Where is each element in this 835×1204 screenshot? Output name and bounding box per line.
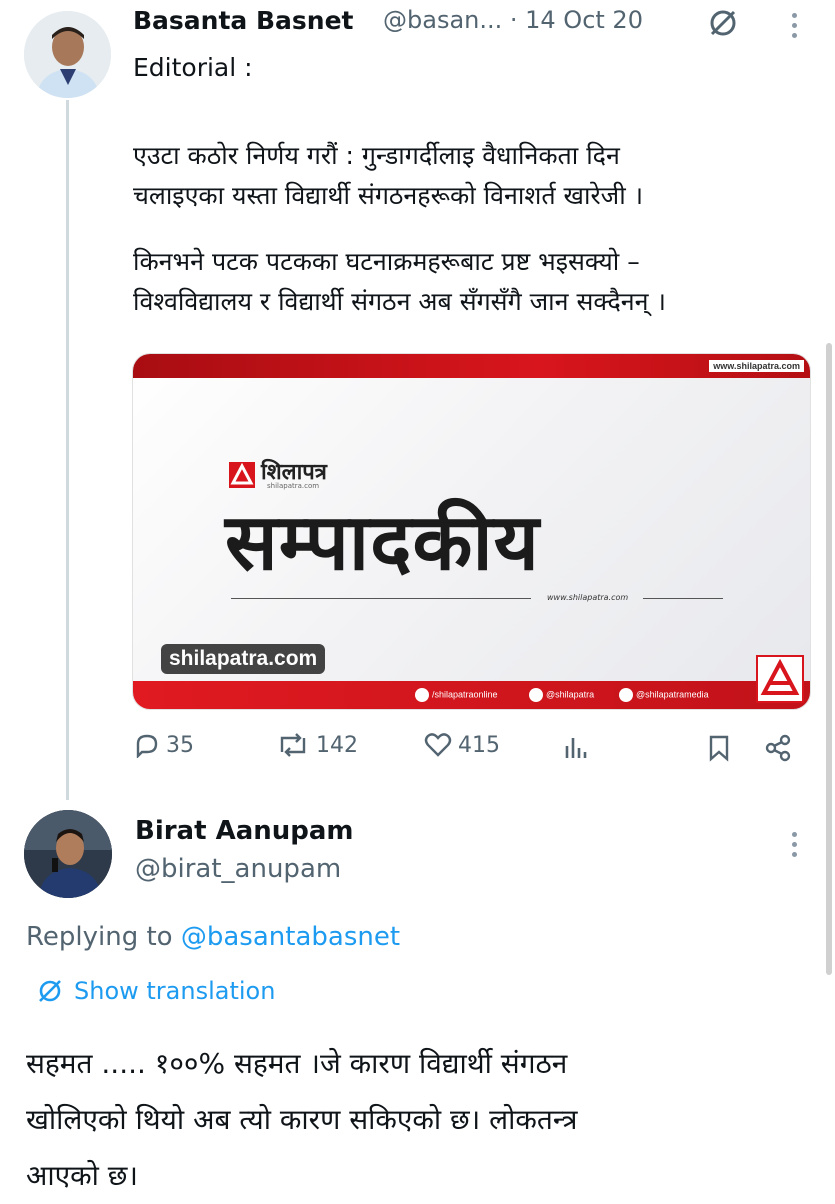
- more-icon[interactable]: [792, 13, 798, 43]
- tweet-line: चलाइएका यस्ता विद्यार्थी संगठनहरूको विना…: [133, 181, 644, 210]
- reply-icon: [136, 734, 158, 758]
- views-icon: [565, 738, 587, 758]
- card-social-facebook: /shilapatraonline: [415, 688, 498, 702]
- tweet-line: एउटा कठोर निर्णय गरौं : गुन्डागर्दीलाइ व…: [133, 141, 620, 170]
- reply-author-name[interactable]: Birat Aanupam: [135, 816, 354, 846]
- replying-prefix: Replying to: [26, 922, 181, 952]
- reply-avatar[interactable]: [24, 810, 112, 898]
- tweet-body: Editorial : एउटा कठोर निर्णय गरौं : गुन्…: [133, 48, 813, 322]
- card-source-badge: shilapatra.com: [161, 644, 326, 674]
- avatar[interactable]: [24, 11, 111, 98]
- replying-to: Replying to @basantabasnet: [26, 922, 400, 952]
- translate-icon: [39, 980, 61, 1002]
- author-name[interactable]: Basanta Basnet: [133, 6, 354, 35]
- twitter-icon: [529, 688, 543, 702]
- brand-logo-icon: [229, 462, 255, 488]
- tweet-line: किनभने पटक पटकका घटनाक्रमहरूबाट प्रष्ट भ…: [133, 247, 640, 276]
- reply-handle[interactable]: @birat_anupam: [135, 854, 341, 884]
- show-translation-label: Show translation: [74, 977, 276, 1005]
- reply-line: सहमत ..... १००% सहमत ।जे कारण विद्यार्थी…: [26, 1047, 568, 1080]
- tweet-line: [133, 216, 813, 242]
- corner-logo-icon: [756, 655, 804, 703]
- reply-body: सहमत ..... १००% सहमत ।जे कारण विद्यार्थी…: [26, 1036, 816, 1204]
- link-card-image[interactable]: www.shilapatra.com शिलापत्र shilapatra.c…: [132, 353, 811, 710]
- views-button[interactable]: [563, 734, 589, 764]
- reply-button[interactable]: 35: [134, 732, 194, 758]
- bookmark-icon: [709, 735, 729, 762]
- like-count: 415: [458, 732, 500, 758]
- tweet-line: [133, 88, 813, 128]
- reply-more-icon[interactable]: [792, 832, 798, 862]
- scrollbar[interactable]: [826, 343, 832, 975]
- share-button[interactable]: [763, 734, 793, 766]
- social-facebook-label: /shilapatraonline: [432, 689, 498, 700]
- thread-line: [66, 100, 69, 800]
- card-web: www.shilapatra.com: [547, 593, 629, 602]
- social-instagram-label: @shilapatramedia: [636, 689, 709, 700]
- share-icon: [765, 734, 791, 762]
- card-social-instagram: @shilapatramedia: [619, 688, 709, 702]
- show-translation-button[interactable]: Show translation: [36, 977, 275, 1005]
- card-social-twitter: @shilapatra: [529, 688, 594, 702]
- card-rule-right: [643, 598, 723, 599]
- reply-line: आएको छ।: [26, 1159, 138, 1192]
- facebook-icon: [415, 688, 429, 702]
- tweet-line: विश्वविद्यालय र विद्यार्थी संगठन अब सँगस…: [133, 287, 666, 316]
- card-url-top: www.shilapatra.com: [709, 360, 804, 372]
- replying-to-link[interactable]: @basantabasnet: [181, 922, 400, 952]
- social-twitter-label: @shilapatra: [546, 689, 595, 700]
- bookmark-button[interactable]: [707, 734, 731, 766]
- repost-icon: [280, 733, 306, 757]
- repost-count: 142: [316, 732, 358, 758]
- grok-icon[interactable]: [706, 6, 740, 44]
- reply-count: 35: [166, 732, 194, 758]
- card-headline: सम्पादकीय: [225, 497, 540, 588]
- like-button[interactable]: 415: [424, 732, 500, 758]
- tweet-line: Editorial :: [133, 53, 253, 82]
- repost-button[interactable]: 142: [276, 732, 358, 758]
- like-icon: [424, 733, 452, 757]
- card-rule-left: [231, 598, 531, 599]
- instagram-icon: [619, 688, 633, 702]
- handle-date[interactable]: @basan... · 14 Oct 20: [383, 6, 643, 34]
- reply-line: खोलिएको थियो अब त्यो कारण सकिएको छ। लोकत…: [26, 1103, 578, 1136]
